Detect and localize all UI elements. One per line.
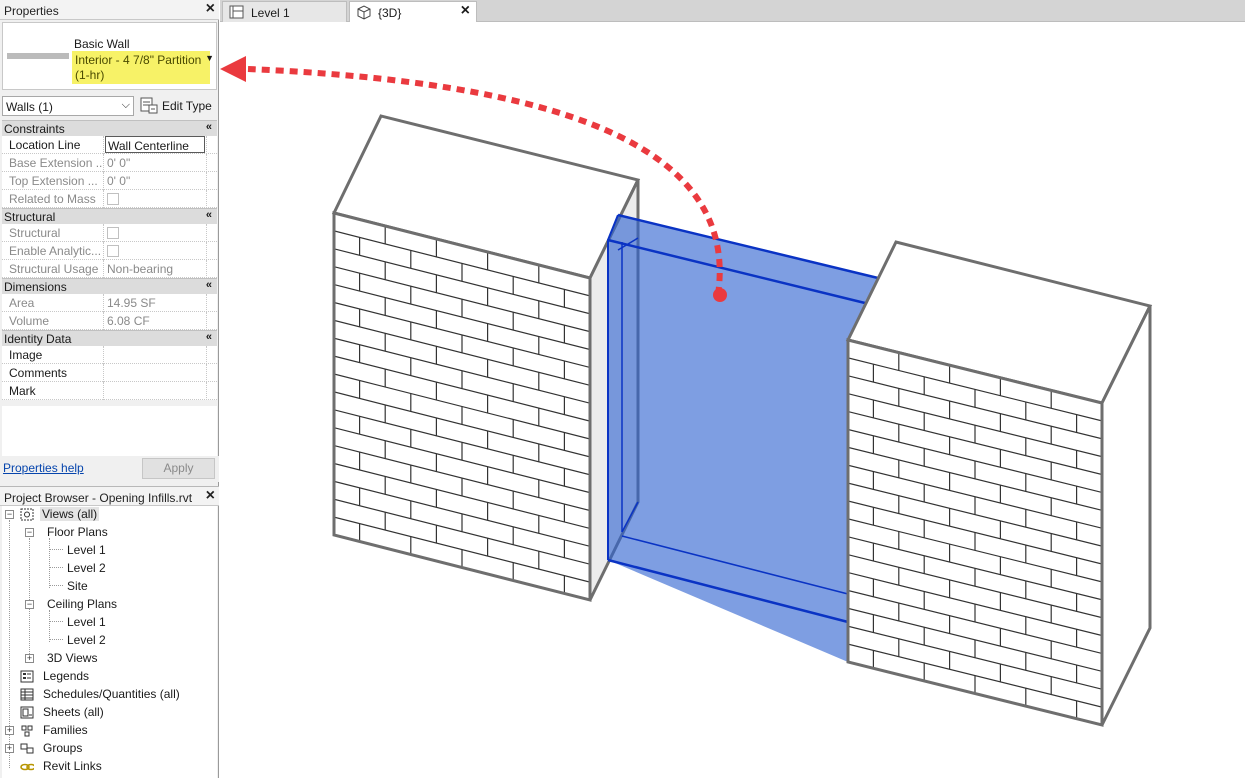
tree-legends[interactable]: Legends — [2, 668, 202, 686]
prop-row-structural: Structural — [2, 224, 217, 242]
view-tab-bar: Level 1 {3D} × — [220, 0, 1245, 23]
project-browser-tree: − Views (all) − Floor Plans Level 1 Leve… — [2, 506, 217, 778]
groups-icon — [20, 743, 34, 754]
wall-type-thumbnail — [5, 26, 69, 86]
edit-type-icon — [140, 97, 158, 114]
tree-views-all[interactable]: − Views (all) — [2, 506, 202, 524]
type-family-label: Basic Wall — [74, 37, 130, 51]
properties-empty-area — [2, 406, 217, 456]
type-selector[interactable]: Basic Wall Interior - 4 7/8" Partition (… — [2, 22, 217, 90]
group-constraints[interactable]: Constraints « — [2, 120, 217, 136]
tree-families[interactable]: + Families — [2, 722, 202, 740]
annotation-start-dot — [713, 288, 727, 302]
expand-icon[interactable]: + — [5, 726, 14, 735]
collapse-icon[interactable]: « — [206, 209, 212, 221]
chevron-down-icon: ⌵ — [121, 99, 130, 111]
tree-cp-level-1[interactable]: Level 1 — [2, 614, 202, 632]
3d-scene[interactable] — [220, 22, 1245, 778]
collapse-icon[interactable]: − — [25, 600, 34, 609]
prop-row-mark[interactable]: Mark — [2, 382, 217, 400]
project-browser-titlebar: Project Browser - Opening Infills.rvt × — [0, 486, 219, 506]
type-name-label: Interior - 4 7/8" Partition (1-hr) — [72, 51, 210, 84]
tree-cp-level-2[interactable]: Level 2 — [2, 632, 202, 650]
close-icon[interactable]: × — [206, 1, 215, 17]
image-field[interactable] — [105, 346, 205, 364]
legend-icon — [20, 670, 34, 683]
tab-level-1[interactable]: Level 1 — [222, 1, 347, 22]
related-to-mass-checkbox — [107, 193, 119, 205]
collapse-icon[interactable]: « — [206, 121, 212, 133]
right-brick-wall[interactable] — [845, 240, 1153, 727]
views-icon — [20, 508, 34, 521]
tree-groups[interactable]: + Groups — [2, 740, 202, 758]
tree-sheets[interactable]: Sheets (all) — [2, 704, 202, 722]
mark-field[interactable] — [105, 382, 205, 400]
properties-titlebar: Properties × — [0, 0, 219, 20]
structural-checkbox — [107, 227, 119, 239]
left-panel: Properties × Basic Wall Interior - 4 7/8… — [0, 0, 219, 778]
left-brick-wall[interactable] — [331, 114, 641, 602]
prop-row-volume: Volume 6.08 CF — [2, 312, 217, 330]
apply-button[interactable]: Apply — [142, 458, 215, 479]
tree-fp-site[interactable]: Site — [2, 578, 202, 596]
wall-preview-icon — [7, 53, 69, 59]
tree-3d-views[interactable]: + 3D Views — [2, 650, 202, 668]
prop-row-location-line[interactable]: Location Line Wall Centerline — [2, 136, 217, 154]
families-icon — [21, 725, 33, 737]
tree-revit-links[interactable]: Revit Links — [2, 758, 202, 776]
properties-title: Properties — [4, 4, 59, 18]
properties-help-link[interactable]: Properties help — [3, 461, 84, 475]
floor-plan-icon — [229, 5, 244, 19]
edit-type-button[interactable]: Edit Type — [139, 96, 215, 116]
instance-filter-dropdown[interactable]: Walls (1) ⌵ — [2, 96, 134, 116]
prop-row-image[interactable]: Image — [2, 346, 217, 364]
prop-row-enable-analytical: Enable Analytic... — [2, 242, 217, 260]
collapse-icon[interactable]: « — [206, 279, 212, 291]
close-icon[interactable]: × — [206, 488, 215, 504]
prop-row-structural-usage: Structural Usage Non-bearing — [2, 260, 217, 278]
tree-fp-level-1[interactable]: Level 1 — [2, 542, 202, 560]
project-browser-title: Project Browser - Opening Infills.rvt — [4, 491, 193, 505]
tree-floor-plans[interactable]: − Floor Plans — [2, 524, 202, 542]
instance-filter-value: Walls (1) — [6, 100, 53, 114]
3d-viewport[interactable] — [220, 22, 1245, 778]
collapse-icon[interactable]: − — [5, 510, 14, 519]
tree-fp-level-2[interactable]: Level 2 — [2, 560, 202, 578]
tree-ceiling-plans[interactable]: − Ceiling Plans — [2, 596, 202, 614]
expand-icon[interactable]: + — [5, 744, 14, 753]
prop-row-related-to-mass: Related to Mass — [2, 190, 217, 208]
tab-3d[interactable]: {3D} × — [349, 1, 477, 23]
enable-analytical-checkbox — [107, 245, 119, 257]
properties-footer: Properties help Apply — [0, 456, 219, 482]
schedule-icon — [20, 688, 34, 701]
arrowhead-icon — [220, 56, 246, 82]
group-dimensions[interactable]: Dimensions « — [2, 278, 217, 294]
link-icon — [20, 763, 34, 771]
expand-icon[interactable]: + — [25, 654, 34, 663]
sheet-icon — [20, 706, 34, 719]
comments-field[interactable] — [105, 364, 205, 382]
edit-type-label: Edit Type — [162, 99, 212, 113]
close-tab-icon[interactable]: × — [461, 3, 470, 19]
prop-row-comments[interactable]: Comments — [2, 364, 217, 382]
collapse-icon[interactable]: « — [206, 331, 212, 343]
properties-grid: Constraints « Location Line Wall Centerl… — [2, 120, 217, 400]
tree-schedules[interactable]: Schedules/Quantities (all) — [2, 686, 212, 704]
location-line-field[interactable]: Wall Centerline — [105, 136, 205, 153]
selected-partition-wall[interactable] — [607, 213, 879, 662]
3d-view-icon — [357, 5, 371, 20]
dropdown-arrow-icon[interactable]: ▼ — [205, 53, 214, 63]
prop-row-top-extension: Top Extension ... 0' 0" — [2, 172, 217, 190]
group-structural[interactable]: Structural « — [2, 208, 217, 224]
prop-row-area: Area 14.95 SF — [2, 294, 217, 312]
prop-row-base-extension: Base Extension ... 0' 0" — [2, 154, 217, 172]
group-identity-data[interactable]: Identity Data « — [2, 330, 217, 346]
collapse-icon[interactable]: − — [25, 528, 34, 537]
